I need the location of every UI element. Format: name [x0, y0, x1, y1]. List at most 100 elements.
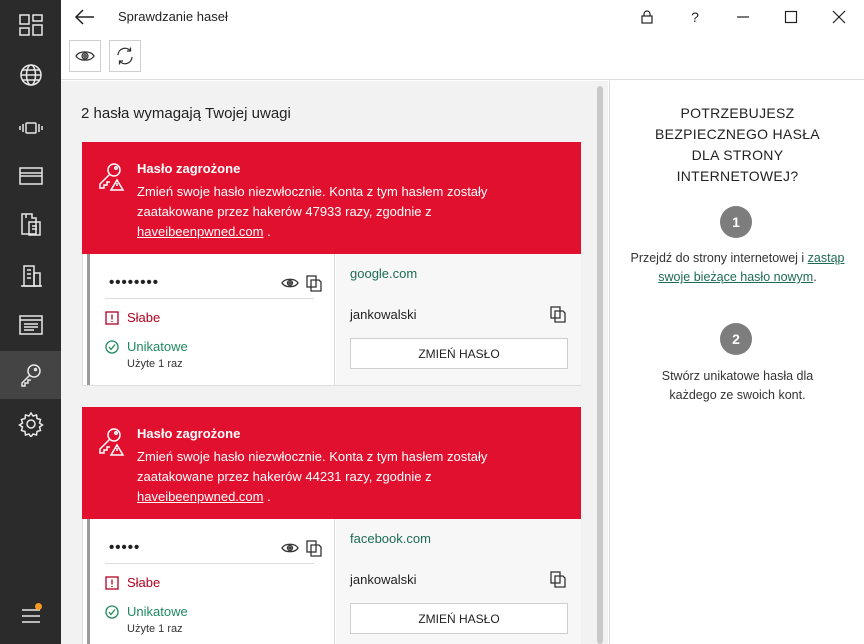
strength-status: Słabe: [105, 575, 160, 590]
tips-title: POTRZEBUJESZ BEZPIECZNEGO HASŁA DLA STRO…: [610, 103, 864, 187]
step-2-text: Stwórz unikatowe hasła dla każdego ze sw…: [661, 369, 814, 402]
alert-title: Hasło zagrożone: [137, 426, 241, 441]
minimize-button[interactable]: [731, 5, 755, 29]
account-info: facebook.com jankowalski ZMIEŃ HASŁO: [336, 519, 581, 644]
step-badge: 1: [720, 206, 752, 238]
uniqueness-label: Unikatowe: [127, 604, 188, 619]
nav-dashboard[interactable]: [0, 1, 61, 49]
uniqueness-status: Unikatowe: [105, 604, 188, 619]
username: jankowalski: [350, 572, 417, 587]
nav-rail: [0, 0, 61, 644]
strength-label: Słabe: [127, 310, 161, 325]
username: jankowalski: [350, 307, 417, 322]
card-icon: [18, 167, 43, 185]
alert-banner: Hasło zagrożone Zmień swoje hasło niezwł…: [82, 407, 581, 519]
alert-message: Zmień swoje hasło niezwłocznie. Konta z …: [137, 447, 557, 507]
page-heading: 2 hasła wymagają Twojej uwagi: [81, 105, 291, 122]
usage-count: Użyte 1 raz: [127, 358, 183, 370]
password-info: •••••••• Słabe Unikatowe Użyte 1 raz: [87, 254, 335, 385]
change-password-button[interactable]: ZMIEŃ HASŁO: [350, 338, 568, 369]
main-content: 2 hasła wymagają Twojej uwagi Hasło zagr…: [61, 81, 608, 644]
eye-icon[interactable]: [281, 274, 299, 292]
password-details: ••••• Słabe Unikatowe Użyte 1 raz facebo…: [82, 519, 581, 644]
tips-panel: POTRZEBUJESZ BEZPIECZNEGO HASŁA DLA STRO…: [609, 81, 864, 644]
eye-icon: [75, 51, 95, 61]
warning-icon: [105, 575, 119, 590]
nav-devices[interactable]: [0, 104, 61, 152]
notification-dot: [35, 603, 42, 610]
close-icon: [832, 10, 846, 24]
key-icon: [20, 364, 41, 387]
nav-web[interactable]: [0, 51, 61, 99]
password-mask: •••••: [109, 539, 141, 556]
usage-count: Użyte 1 raz: [127, 623, 183, 635]
copy-icon[interactable]: [305, 539, 323, 557]
maximize-icon: [784, 10, 798, 24]
nav-addresses[interactable]: [0, 252, 61, 300]
tips-title-line: INTERNETOWEJ?: [676, 168, 799, 184]
password-info: ••••• Słabe Unikatowe Użyte 1 raz: [87, 519, 335, 644]
notes-icon: [18, 315, 43, 335]
gear-icon: [17, 411, 44, 437]
close-button[interactable]: [827, 5, 851, 29]
copy-icon[interactable]: [305, 274, 323, 292]
documents-icon: [20, 213, 41, 236]
building-icon: [20, 265, 42, 287]
copy-username-button[interactable]: [549, 570, 567, 593]
lock-button[interactable]: [635, 5, 659, 29]
show-passwords-button[interactable]: [69, 40, 101, 72]
maximize-button[interactable]: [779, 5, 803, 29]
eye-icon[interactable]: [281, 539, 299, 557]
tips-title-line: BEZPIECZNEGO HASŁA: [655, 126, 820, 142]
step-1-text: Przejdź do strony internetowej i zastąp …: [626, 249, 849, 287]
lock-icon: [641, 10, 653, 24]
title-bar: Sprawdzanie haseł ?: [61, 0, 864, 34]
nav-cards[interactable]: [0, 152, 61, 200]
hibp-link[interactable]: haveibeenpwned.com: [137, 489, 263, 504]
uniqueness-status: Unikatowe: [105, 339, 188, 354]
refresh-button[interactable]: [109, 40, 141, 72]
tips-title-line: DLA STRONY: [691, 147, 784, 163]
check-circle-icon: [105, 339, 119, 354]
divider: [105, 563, 314, 564]
strength-label: Słabe: [127, 575, 161, 590]
check-circle-icon: [105, 604, 119, 619]
password-details: •••••••• Słabe Unikatowe Użyte 1 raz goo…: [82, 254, 581, 386]
site-link[interactable]: google.com: [350, 266, 417, 281]
help-button[interactable]: ?: [683, 5, 707, 29]
back-button[interactable]: [73, 6, 97, 28]
site-link[interactable]: facebook.com: [350, 531, 431, 546]
dashboard-icon: [18, 14, 43, 36]
hibp-link[interactable]: haveibeenpwned.com: [137, 224, 263, 239]
warning-icon: [105, 310, 119, 325]
alert-title: Hasło zagrożone: [137, 161, 241, 176]
window-title: Sprawdzanie haseł: [118, 9, 228, 24]
step-badge: 2: [720, 323, 752, 355]
strength-status: Słabe: [105, 310, 160, 325]
password-actions: [281, 539, 323, 557]
nav-menu[interactable]: [0, 592, 61, 640]
scrollbar[interactable]: [597, 86, 603, 644]
alert-message: Zmień swoje hasło niezwłocznie. Konta z …: [137, 182, 557, 242]
nav-documents[interactable]: [0, 200, 61, 248]
toolbar: [61, 34, 864, 80]
nav-notes[interactable]: [0, 301, 61, 349]
alert-suffix: .: [263, 224, 271, 239]
password-card: Hasło zagrożone Zmień swoje hasło niezwł…: [82, 407, 581, 644]
minimize-icon: [737, 16, 749, 18]
step-1-suffix: .: [813, 270, 817, 284]
globe-icon: [19, 64, 42, 86]
password-mask: ••••••••: [109, 274, 160, 291]
password-card: Hasło zagrożone Zmień swoje hasło niezwł…: [82, 142, 581, 386]
copy-username-button[interactable]: [549, 305, 567, 328]
change-password-button[interactable]: ZMIEŃ HASŁO: [350, 603, 568, 634]
key-warning-icon: [95, 425, 127, 457]
copy-icon: [550, 306, 566, 323]
tips-title-line: POTRZEBUJESZ: [680, 105, 795, 121]
alert-text: Zmień swoje hasło niezwłocznie. Konta z …: [137, 449, 488, 484]
nav-settings[interactable]: [0, 400, 61, 448]
back-arrow-icon: [74, 9, 94, 25]
step-1-prefix: Przejdź do strony internetowej i: [630, 251, 808, 265]
nav-password-check[interactable]: [0, 351, 61, 399]
copy-icon: [550, 571, 566, 588]
